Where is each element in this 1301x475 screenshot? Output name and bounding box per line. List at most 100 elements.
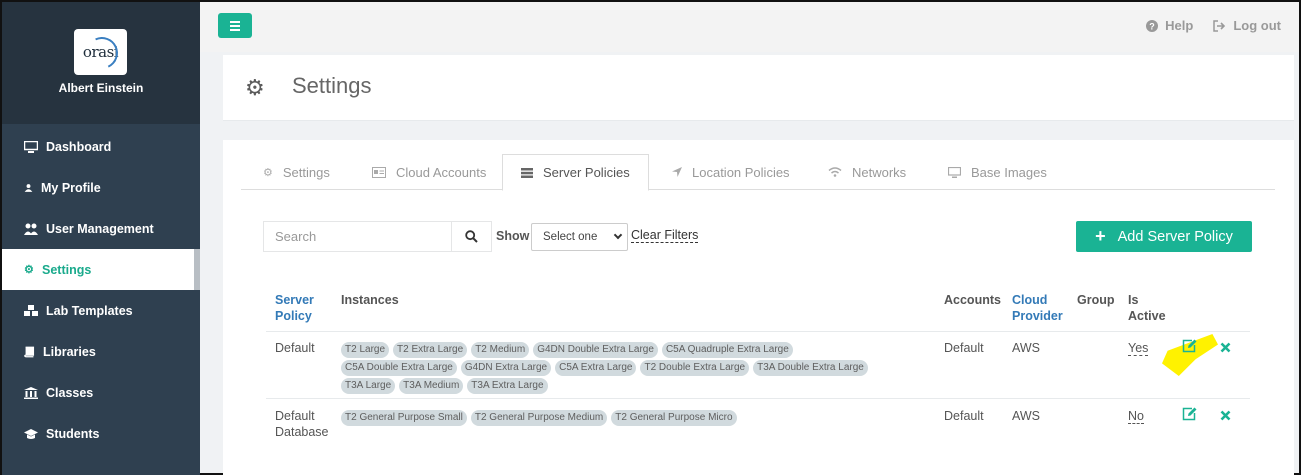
logout-link[interactable]: Log out [1213,18,1281,33]
sidebar-item-settings[interactable]: ⚙ Settings [2,249,200,290]
instance-tag: G4DN Extra Large [460,360,552,376]
sidebar-item-label: Dashboard [46,139,112,154]
tab-server-policies[interactable]: Server Policies [502,154,649,191]
sidebar-item-label: Classes [46,385,94,400]
instance-tag: C5A Extra Large [555,360,637,376]
add-button-label: Add Server Policy [1117,228,1233,245]
main-panel: ⚙ Settings Cloud Accounts Server Policie… [223,140,1294,475]
sidebar-item-dashboard[interactable]: Dashboard [2,126,200,167]
tab-label: Base Images [971,164,1047,180]
search-input[interactable] [264,222,452,251]
instance-tag: T3A Medium [399,378,464,394]
show-label: Show [496,229,530,243]
sign-out-icon [1213,19,1226,32]
search-button[interactable] [452,222,491,251]
sidebar-item-label: Settings [42,262,92,277]
server-icon [521,167,533,178]
tab-label: Server Policies [543,165,630,180]
column-header-is-active: Is Active [1128,293,1166,323]
sidebar: orasi Albert Einstein Dashboard My Profi… [2,2,200,475]
search-icon [465,230,478,243]
tab-cloud-accounts[interactable]: Cloud Accounts [372,154,486,190]
user-name[interactable]: Albert Einstein [2,81,200,95]
tab-base-images[interactable]: Base Images [948,154,1047,190]
sidebar-item-classes[interactable]: Classes [2,372,200,413]
sidebar-nav: Dashboard My Profile User Management ⚙ S… [2,126,200,454]
instance-tag: C5A Double Extra Large [341,360,457,376]
instance-tag: T3A Extra Large [467,378,548,394]
profile-area: orasi Albert Einstein [2,2,200,124]
cubes-icon [24,304,38,316]
is-active-toggle[interactable]: Yes [1128,341,1149,356]
monitor-icon [24,140,38,153]
top-bar: ? Help Log out [200,2,1299,52]
plus-icon: + [1095,226,1106,246]
tab-location-policies[interactable]: Location Policies [672,154,790,190]
show-select[interactable]: Select one [531,223,628,251]
sidebar-item-students[interactable]: Students [2,413,200,454]
sidebar-item-my-profile[interactable]: My Profile [2,167,200,208]
gear-icon: ⚙ [24,263,34,276]
tab-label: Networks [852,164,907,180]
bank-icon [24,386,38,399]
instance-tag: T2 Extra Large [393,342,468,358]
chevron-down-icon [613,230,623,240]
instance-tag: T2 Large [341,342,390,358]
instance-tag: T3A Double Extra Large [753,360,868,376]
help-label: Help [1165,18,1194,33]
column-header-instances: Instances [341,293,399,307]
table-row-cloud-provider: AWS [1012,341,1041,355]
gear-icon: ⚙ [245,75,265,100]
instance-tag: T3A Large [341,378,396,394]
header-divider [266,331,1250,332]
row-divider [266,398,1250,399]
tab-settings[interactable]: ⚙ Settings [263,154,330,190]
help-link[interactable]: ? Help [1146,18,1193,33]
tab-bar: ⚙ Settings Cloud Accounts Server Policie… [241,154,1275,191]
select-value: Select one [543,231,598,243]
tab-label: Location Policies [692,164,790,180]
id-card-icon [372,166,386,178]
logout-label: Log out [1233,18,1281,33]
page-title: Settings [292,73,372,98]
users-icon [24,223,38,235]
edit-icon[interactable] [1182,407,1197,421]
delete-icon[interactable] [1220,410,1231,421]
sidebar-item-label: My Profile [41,180,101,195]
sidebar-item-lab-templates[interactable]: Lab Templates [2,290,200,331]
tab-label: Cloud Accounts [396,164,487,180]
instance-tag: G4DN Double Extra Large [533,342,658,358]
question-circle-icon: ? [1146,19,1159,32]
orasi-logo: orasi [74,29,127,75]
add-server-policy-button[interactable]: + Add Server Policy [1076,221,1252,252]
top-links: ? Help Log out [1146,18,1281,33]
clear-filters-link[interactable]: Clear Filters [631,228,699,243]
hamburger-icon [230,20,240,23]
sidebar-item-user-management[interactable]: User Management [2,208,200,249]
instance-tag: T2 Medium [471,342,530,358]
sidebar-item-label: Lab Templates [46,303,133,318]
instance-tag: T2 General Purpose Micro [611,410,737,426]
column-header-group: Group [1077,293,1115,307]
column-header-server-policy[interactable]: Server Policy [275,292,325,324]
instance-tag-list: T2 General Purpose Small T2 General Purp… [341,410,901,426]
tab-networks[interactable]: Networks [828,154,906,190]
table-row-accounts: Default [944,341,984,355]
sidebar-item-libraries[interactable]: Libraries [2,331,200,372]
is-active-toggle[interactable]: No [1128,409,1144,424]
table-row-cloud-provider: AWS [1012,409,1041,423]
table-row-accounts: Default [944,409,984,423]
instance-tag: C5A Quadruple Extra Large [661,342,793,358]
delete-icon[interactable] [1220,342,1231,353]
desktop-icon [948,166,961,178]
search-group [263,221,492,252]
edit-icon[interactable] [1182,339,1197,353]
instance-tag: T2 Double Extra Large [640,360,750,376]
tab-label: Settings [282,164,330,180]
column-header-cloud-provider[interactable]: Cloud Provider [1012,292,1067,324]
book-icon [24,346,35,357]
table-row-server-policy: Default [275,341,315,355]
instance-tag-list: T2 Large T2 Extra Large T2 Medium G4DN D… [341,342,901,394]
gear-icon: ⚙ [263,166,273,179]
menu-toggle-button[interactable] [218,13,252,38]
